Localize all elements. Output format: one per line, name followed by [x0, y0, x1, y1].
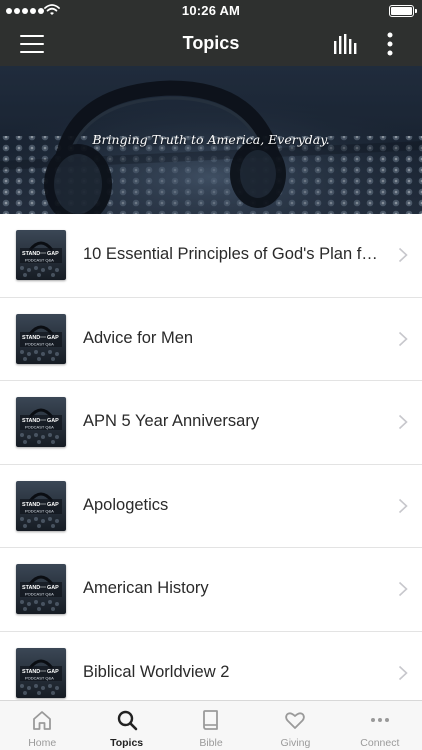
topic-label: Advice for Men	[83, 328, 194, 347]
nav-bar: Topics	[0, 22, 422, 66]
thumbnail-title: GAP	[47, 418, 59, 424]
search-icon	[117, 710, 137, 731]
heart-icon	[285, 712, 306, 729]
topic-label: 10 Essential Principles of God's Plan fo…	[83, 245, 383, 263]
thumbnail-title: GAP	[47, 669, 59, 675]
podcast-thumbnail: STAND GAP PODCAST Q&A	[16, 313, 66, 364]
topic-list: STAND GAP PODCAST Q&A 10 Essential Princip…	[0, 214, 422, 700]
topic-row[interactable]: STAND GAP PODCAST Q&A 10 Essential Princip…	[0, 214, 422, 298]
topic-row[interactable]: STAND GAP PODCAST Q&A American History	[0, 548, 422, 632]
audio-bars-icon[interactable]	[332, 32, 358, 56]
tab-bible[interactable]: Bible	[169, 701, 253, 750]
topic-label: APN 5 Year Anniversary	[83, 412, 260, 430]
tab-label: Topics	[110, 737, 144, 749]
tab-home[interactable]: Home	[0, 701, 84, 750]
chevron-right-icon	[398, 331, 408, 346]
home-icon	[33, 711, 52, 730]
chevron-right-icon	[398, 414, 408, 430]
book-icon	[203, 710, 218, 730]
status-bar: 10:26 AM	[0, 0, 422, 22]
podcast-thumbnail: STAND GAP PODCAST Q&A	[16, 480, 66, 531]
tab-label: Bible	[199, 737, 223, 749]
topic-row[interactable]: STAND GAP PODCAST Q&A APN 5 Year Anniversa…	[0, 381, 422, 465]
more-dots-icon	[370, 718, 389, 722]
status-time: 10:26 AM	[181, 3, 241, 18]
thumbnail-title: STAND	[22, 251, 40, 257]
podcast-thumbnail: STAND GAP PODCAST Q&A	[16, 397, 66, 447]
podcast-thumbnail: STAND GAP PODCAST Q&A	[16, 564, 66, 614]
topic-label: American History	[83, 579, 209, 597]
topic-label: Biblical Worldview 2	[83, 662, 230, 681]
chevron-right-icon	[398, 498, 408, 513]
thumbnail-subtitle: PODCAST Q&A	[25, 258, 54, 263]
page-title: Topics	[182, 33, 240, 53]
tab-label: Home	[28, 737, 57, 749]
thumbnail-title: GAP	[47, 335, 59, 341]
thumbnail-title: GAP	[47, 251, 59, 257]
thumbnail-title: STAND	[22, 502, 40, 508]
chevron-right-icon	[398, 247, 408, 263]
chevron-right-icon	[398, 665, 408, 680]
tab-connect[interactable]: Connect	[338, 701, 422, 750]
topic-row[interactable]: STAND GAP PODCAST Q&A Biblical Worldview 2	[0, 632, 422, 701]
topic-row[interactable]: STAND GAP PODCAST Q&A Apologetics	[0, 465, 422, 548]
thumbnail-title: STAND	[22, 335, 40, 341]
thumbnail-title: GAP	[47, 585, 59, 591]
tab-label: Giving	[280, 737, 311, 749]
thumbnail-subtitle: PODCAST Q&A	[25, 508, 54, 513]
thumbnail-title: STAND	[22, 669, 40, 675]
podcast-thumbnail: STAND GAP PODCAST Q&A	[16, 230, 66, 280]
hero-banner: Bringing Truth to America, Everyday.	[0, 66, 422, 214]
topic-label: Apologetics	[83, 495, 169, 514]
thumbnail-title: GAP	[47, 502, 59, 508]
tab-giving[interactable]: Giving	[253, 701, 337, 750]
hero-tagline: Bringing Truth to America, Everyday.	[92, 132, 330, 147]
tab-bar: Home Topics Bible Giving Connect	[0, 700, 422, 750]
thumbnail-subtitle: PODCAST Q&A	[25, 425, 54, 430]
battery-icon	[389, 5, 417, 17]
thumbnail-title: STAND	[22, 585, 40, 591]
tab-topics[interactable]: Topics	[84, 701, 168, 750]
thumbnail-subtitle: PODCAST Q&A	[25, 341, 54, 346]
battery-level	[391, 7, 412, 15]
tab-label: Connect	[360, 737, 400, 749]
vertical-dots-icon[interactable]	[380, 30, 400, 58]
thumbnail-subtitle: PODCAST Q&A	[25, 675, 54, 680]
podcast-thumbnail: STAND GAP PODCAST Q&A	[16, 647, 66, 698]
chevron-right-icon	[398, 581, 408, 597]
topic-row[interactable]: STAND GAP PODCAST Q&A Advice for Men	[0, 298, 422, 381]
thumbnail-title: STAND	[22, 418, 40, 424]
thumbnail-subtitle: PODCAST Q&A	[25, 592, 54, 597]
